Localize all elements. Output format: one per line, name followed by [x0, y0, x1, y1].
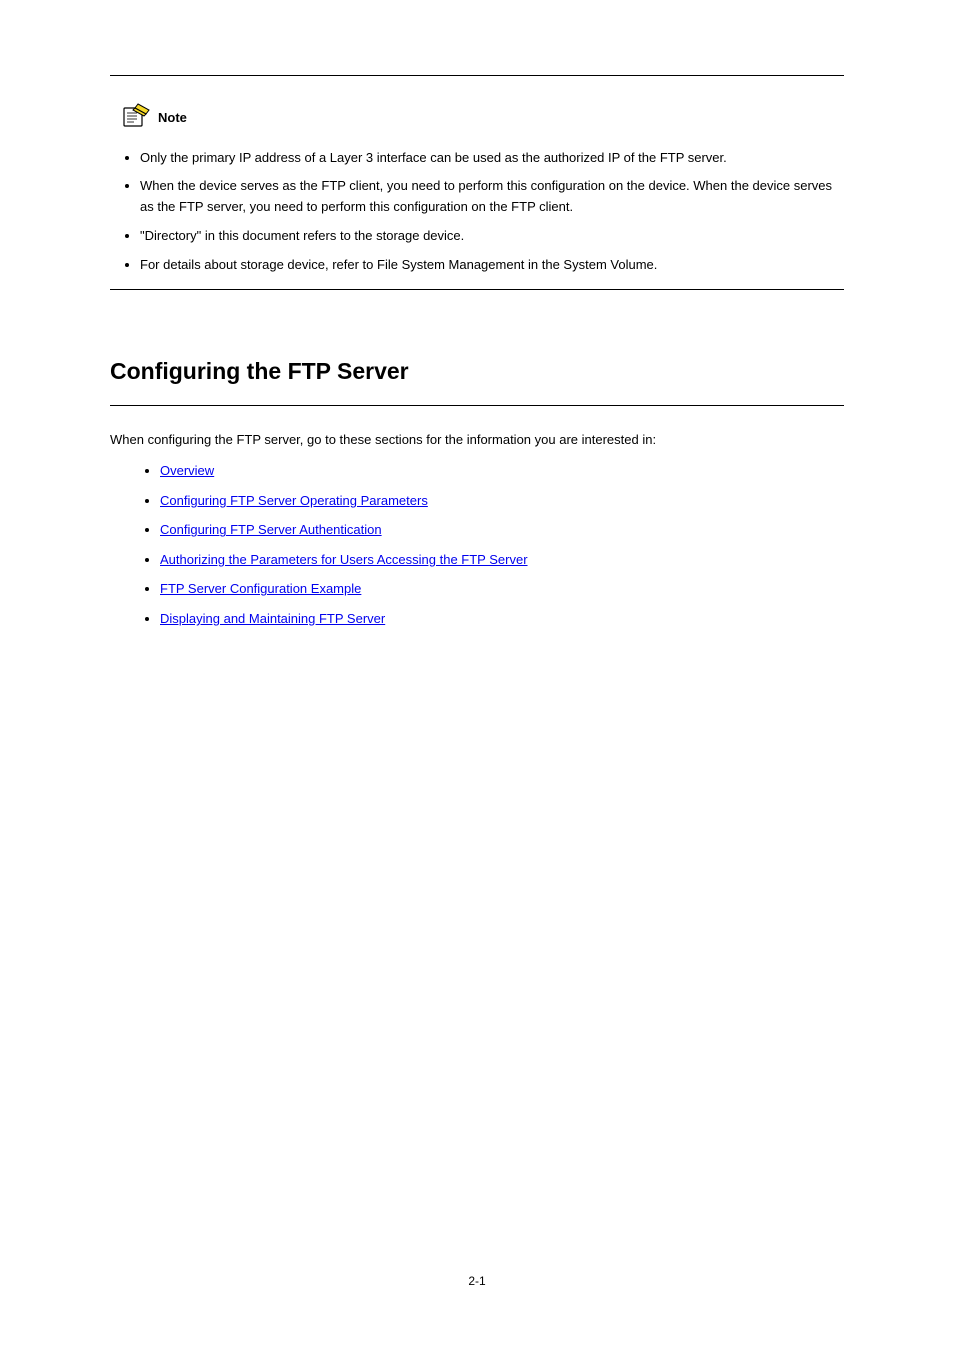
- note-bottom-rule: [110, 289, 844, 290]
- list-item: Displaying and Maintaining FTP Server: [160, 609, 844, 629]
- note-label: Note: [158, 108, 187, 128]
- link-authorizing-parameters[interactable]: Authorizing the Parameters for Users Acc…: [160, 552, 528, 567]
- list-item: Authorizing the Parameters for Users Acc…: [160, 550, 844, 570]
- notepad-icon: [120, 102, 152, 134]
- link-config-example[interactable]: FTP Server Configuration Example: [160, 581, 361, 596]
- chapter-horizontal-rule: [110, 405, 844, 406]
- link-operating-parameters[interactable]: Configuring FTP Server Operating Paramet…: [160, 493, 428, 508]
- link-server-authentication[interactable]: Configuring FTP Server Authentication: [160, 522, 382, 537]
- note-bullet-list: Only the primary IP address of a Layer 3…: [110, 148, 844, 276]
- list-item: FTP Server Configuration Example: [160, 579, 844, 599]
- chapter-title: Configuring the FTP Server: [110, 354, 844, 389]
- chapter-link-list: Overview Configuring FTP Server Operatin…: [110, 461, 844, 628]
- top-horizontal-rule: [110, 75, 844, 76]
- list-item: Configuring FTP Server Operating Paramet…: [160, 491, 844, 511]
- note-header: Note: [120, 102, 844, 134]
- link-overview[interactable]: Overview: [160, 463, 214, 478]
- chapter-intro-text: When configuring the FTP server, go to t…: [110, 430, 844, 450]
- link-displaying-maintaining[interactable]: Displaying and Maintaining FTP Server: [160, 611, 385, 626]
- list-item: Only the primary IP address of a Layer 3…: [140, 148, 844, 169]
- list-item: When the device serves as the FTP client…: [140, 176, 844, 218]
- page-number: 2-1: [468, 1272, 485, 1290]
- list-item: "Directory" in this document refers to t…: [140, 226, 844, 247]
- list-item: For details about storage device, refer …: [140, 255, 844, 276]
- list-item: Overview: [160, 461, 844, 481]
- list-item: Configuring FTP Server Authentication: [160, 520, 844, 540]
